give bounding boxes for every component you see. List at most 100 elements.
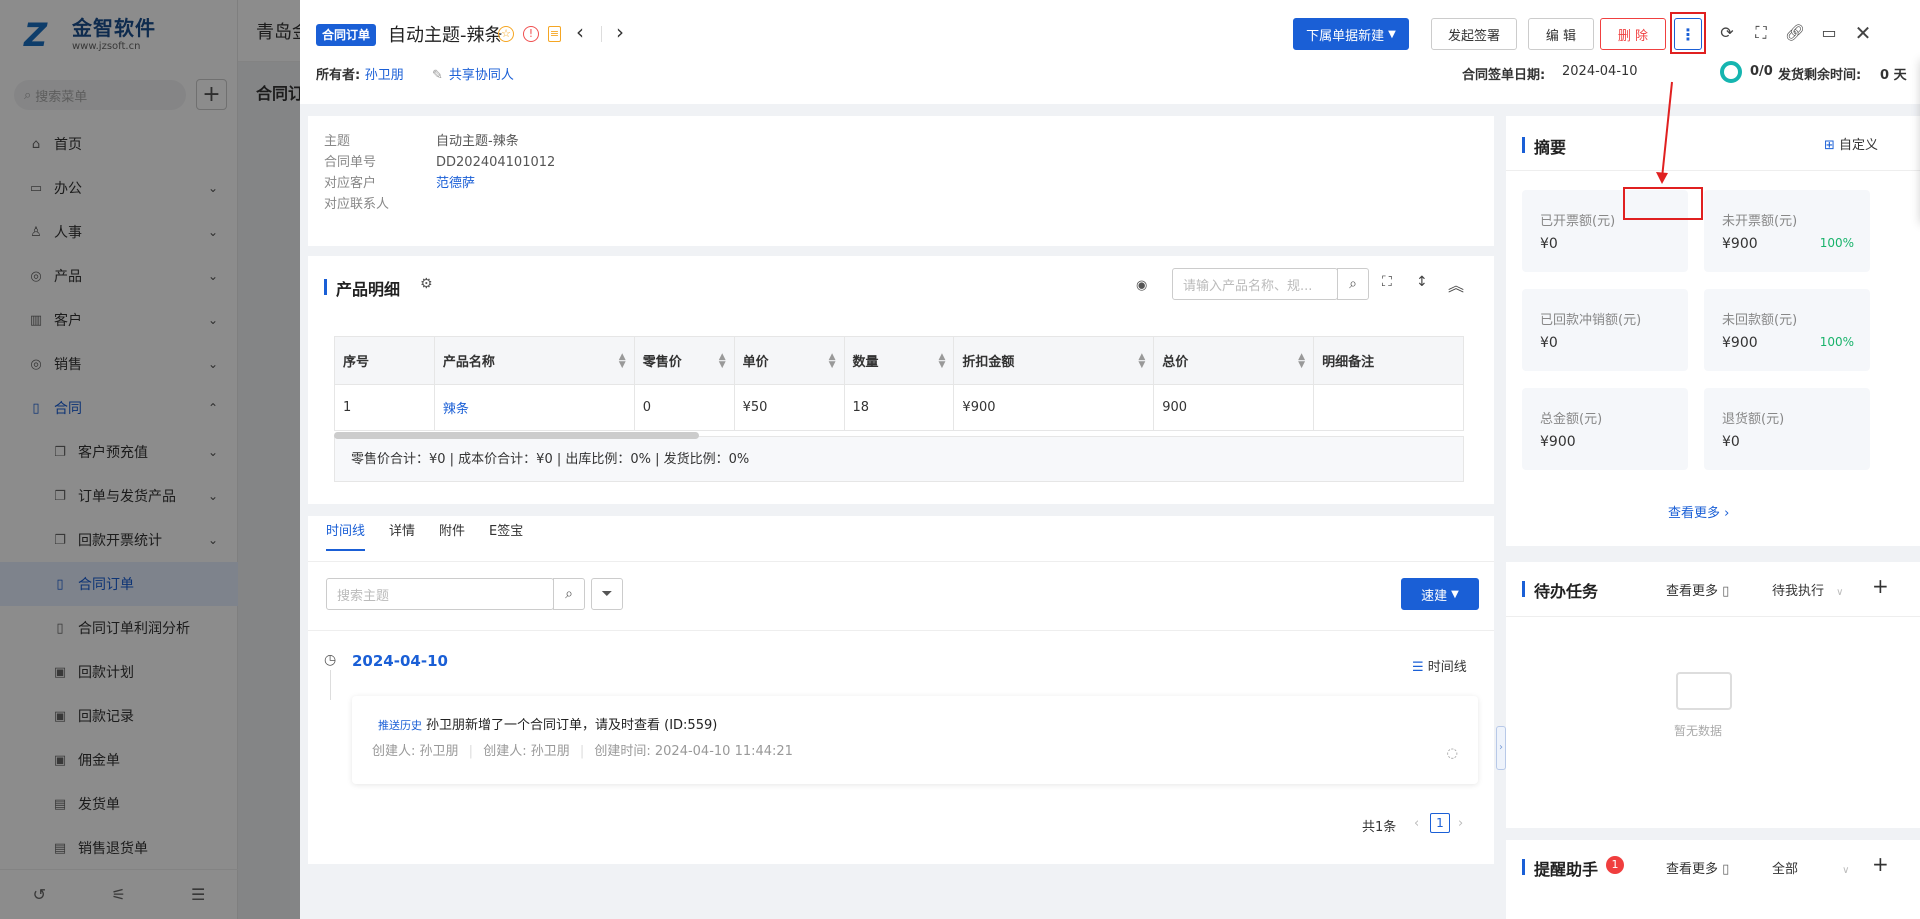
start-signing-button[interactable]: 发起签署 bbox=[1431, 18, 1517, 50]
column-header[interactable]: 零售价 ▲ ▼ bbox=[633, 336, 735, 385]
contract-order-drawer: 合同订单 自动主题-辣条 ☆ ! ≡ ‹ › 所有者: 孙卫朋 ✎ 共享协同人 下… bbox=[300, 0, 1920, 919]
chevron-down-icon: ∨ bbox=[1836, 587, 1844, 598]
new-sub-document-button[interactable]: 下属单据新建 ▼ bbox=[1293, 18, 1409, 50]
highlight-apply-lock-item bbox=[1623, 187, 1703, 220]
summary-tile-label: 总金额(元) bbox=[1540, 412, 1603, 427]
detail-tab[interactable]: 详情 bbox=[389, 520, 415, 551]
timeline-search-button[interactable]: ⌕ bbox=[553, 578, 585, 610]
column-header[interactable]: 产品名称 ▲ ▼ bbox=[433, 336, 635, 385]
summary-tile-label: 已回款冲销额(元) bbox=[1540, 313, 1642, 328]
detail-tab[interactable]: E签宝 bbox=[489, 520, 523, 551]
next-record-icon[interactable]: › bbox=[616, 20, 624, 44]
table-cell[interactable]: 辣条 bbox=[433, 384, 635, 431]
column-header-label: 产品名称 bbox=[442, 355, 495, 370]
page-number-button[interactable]: 1 bbox=[1430, 813, 1450, 833]
link-icon[interactable]: 🔗︎ bbox=[1784, 22, 1806, 44]
column-header[interactable]: 折扣金额 ▲ ▼ bbox=[953, 336, 1155, 385]
product-search-placeholder: 请输入产品名称、规... bbox=[1183, 278, 1313, 294]
chevron-down-icon: ∨ bbox=[1842, 865, 1850, 876]
timeline-entry-card: 推送历史 孙卫朋新增了一个合同订单，请及时查看 (ID:559) 创建人: 孙卫朋… bbox=[352, 696, 1478, 784]
row-height-icon[interactable]: ↕ bbox=[1416, 274, 1428, 290]
summary-tile-label: 未开票额(元) bbox=[1722, 214, 1798, 229]
summary-tile-label: 已开票额(元) bbox=[1540, 214, 1616, 229]
todo-title: 待办任务 bbox=[1522, 578, 1598, 602]
sort-icon[interactable]: ▲ ▼ bbox=[619, 353, 626, 370]
timeline-entry-meta: 创建人: 孙卫朋 | 创建人: 孙卫朋 | 创建时间: 2024-04-10 1… bbox=[372, 744, 793, 759]
add-todo-button[interactable]: + bbox=[1872, 574, 1889, 598]
share-collaborators-link[interactable]: ✎ 共享协同人 bbox=[432, 64, 514, 83]
product-settings-gear-icon[interactable]: ⚙ bbox=[420, 276, 433, 292]
summary-tile: 未开票额(元) ¥900 100% bbox=[1704, 190, 1870, 272]
table-cell: 0 bbox=[633, 384, 735, 431]
chevron-down-icon: ▼ bbox=[1388, 28, 1396, 40]
detail-tab[interactable]: 附件 bbox=[439, 520, 465, 551]
column-header[interactable]: 单价 ▲ ▼ bbox=[733, 336, 845, 385]
collapse-up-icon[interactable]: ︽ bbox=[1448, 272, 1464, 296]
column-header[interactable]: 数量 ▲ ▼ bbox=[843, 336, 955, 385]
dock-icon[interactable]: ▭ bbox=[1818, 22, 1840, 44]
product-search-button[interactable]: ⌕ bbox=[1337, 268, 1369, 300]
summary-tile-percent: 100% bbox=[1819, 236, 1854, 250]
filter-icon: ⏷ bbox=[601, 586, 613, 602]
table-row: 1 辣条 0 ¥50 18 ¥900 900 bbox=[334, 384, 1464, 431]
owner-value[interactable]: 孙卫朋 bbox=[365, 68, 404, 83]
table-fullscreen-icon[interactable]: ⛶ bbox=[1382, 274, 1392, 290]
close-icon[interactable]: ✕ bbox=[1852, 22, 1874, 44]
record-type-badge: 合同订单 bbox=[316, 24, 377, 46]
tab-divider bbox=[308, 561, 1494, 562]
next-page-icon[interactable]: › bbox=[1458, 816, 1463, 831]
note-icon[interactable]: ≡ bbox=[548, 26, 561, 42]
delete-button[interactable]: 删 除 bbox=[1600, 18, 1666, 50]
previous-record-icon[interactable]: ‹ bbox=[576, 20, 584, 44]
product-search-input[interactable]: 请输入产品名称、规... bbox=[1172, 268, 1338, 300]
filter-button[interactable]: ⏷ bbox=[591, 578, 623, 610]
timeline-search-input[interactable]: 搜索主题 bbox=[326, 578, 554, 610]
comment-icon[interactable]: ◌ bbox=[1447, 746, 1458, 761]
horizontal-scrollbar[interactable] bbox=[334, 432, 699, 439]
detail-tabs: 时间线 详情 附件 E签宝 bbox=[326, 520, 547, 551]
product-details-title: 产品明细 bbox=[324, 276, 400, 300]
table-cell: 1 bbox=[334, 384, 435, 431]
info-value[interactable]: 范德萨 bbox=[436, 176, 475, 191]
product-table-summary: 零售价合计：¥0 | 成本价合计：¥0 | 出库比例：0% | 发货比例：0% bbox=[334, 436, 1464, 482]
summary-see-more-label: 查看更多 bbox=[1668, 506, 1721, 521]
sort-icon[interactable]: ▲ ▼ bbox=[939, 353, 946, 370]
progress-ring-icon bbox=[1720, 61, 1742, 83]
reminder-filter-select[interactable]: 全部 ∨ bbox=[1772, 858, 1849, 877]
detail-tab[interactable]: 时间线 bbox=[326, 520, 366, 551]
table-cell: ¥900 bbox=[953, 384, 1155, 431]
customize-link[interactable]: ⊞ 自定义 bbox=[1824, 134, 1878, 153]
reminder-see-more-link[interactable]: 查看更多 ▯ bbox=[1666, 858, 1729, 877]
owner-field: 所有者: 孙卫朋 bbox=[316, 64, 404, 83]
column-header[interactable]: 明细备注 bbox=[1313, 336, 1464, 385]
info-row: 主题 自动主题-辣条 bbox=[324, 130, 519, 149]
follow-icon[interactable]: ☆ bbox=[498, 26, 514, 42]
prev-page-icon[interactable]: ‹ bbox=[1414, 816, 1419, 831]
refresh-icon[interactable]: ⟳ bbox=[1716, 22, 1738, 44]
summary-tile: 未回款额(元) ¥900 100% bbox=[1704, 289, 1870, 371]
sort-icon[interactable]: ▲ ▼ bbox=[1298, 353, 1305, 370]
todo-see-more-link[interactable]: 查看更多 ▯ bbox=[1666, 580, 1729, 599]
column-header-label: 折扣金额 bbox=[962, 355, 1015, 370]
info-row: 对应客户 范德萨 bbox=[324, 172, 475, 191]
alert-icon[interactable]: ! bbox=[523, 26, 539, 42]
add-reminder-button[interactable]: + bbox=[1872, 852, 1889, 876]
sort-icon[interactable]: ▲ ▼ bbox=[829, 353, 836, 370]
sort-icon[interactable]: ▲ ▼ bbox=[1138, 353, 1145, 370]
chevron-down-icon: ▼ bbox=[1451, 588, 1459, 600]
quick-create-button[interactable]: 速建 ▼ bbox=[1401, 578, 1479, 610]
summary-see-more-link[interactable]: 查看更多 › bbox=[1668, 502, 1729, 521]
todo-filter-value: 待我执行 bbox=[1772, 584, 1825, 599]
reminder-filter-value: 全部 bbox=[1772, 862, 1799, 877]
info-key: 对应客户 bbox=[324, 176, 377, 191]
column-display-icon[interactable]: ◉ bbox=[1136, 278, 1147, 293]
column-header[interactable]: 序号 bbox=[334, 336, 435, 385]
column-header[interactable]: 总价 ▲ ▼ bbox=[1153, 336, 1315, 385]
fullscreen-icon[interactable]: ⛶ bbox=[1750, 22, 1772, 44]
sort-icon[interactable]: ▲ ▼ bbox=[719, 353, 726, 370]
side-collapse-handle[interactable]: › bbox=[1496, 726, 1506, 770]
todo-filter-select[interactable]: 待我执行 ∨ bbox=[1772, 580, 1843, 599]
edit-button[interactable]: 编 辑 bbox=[1528, 18, 1594, 50]
timeline-view-toggle[interactable]: ☰ 时间线 bbox=[1412, 656, 1467, 675]
summary-tile: 总金额(元) ¥900 bbox=[1522, 388, 1688, 470]
